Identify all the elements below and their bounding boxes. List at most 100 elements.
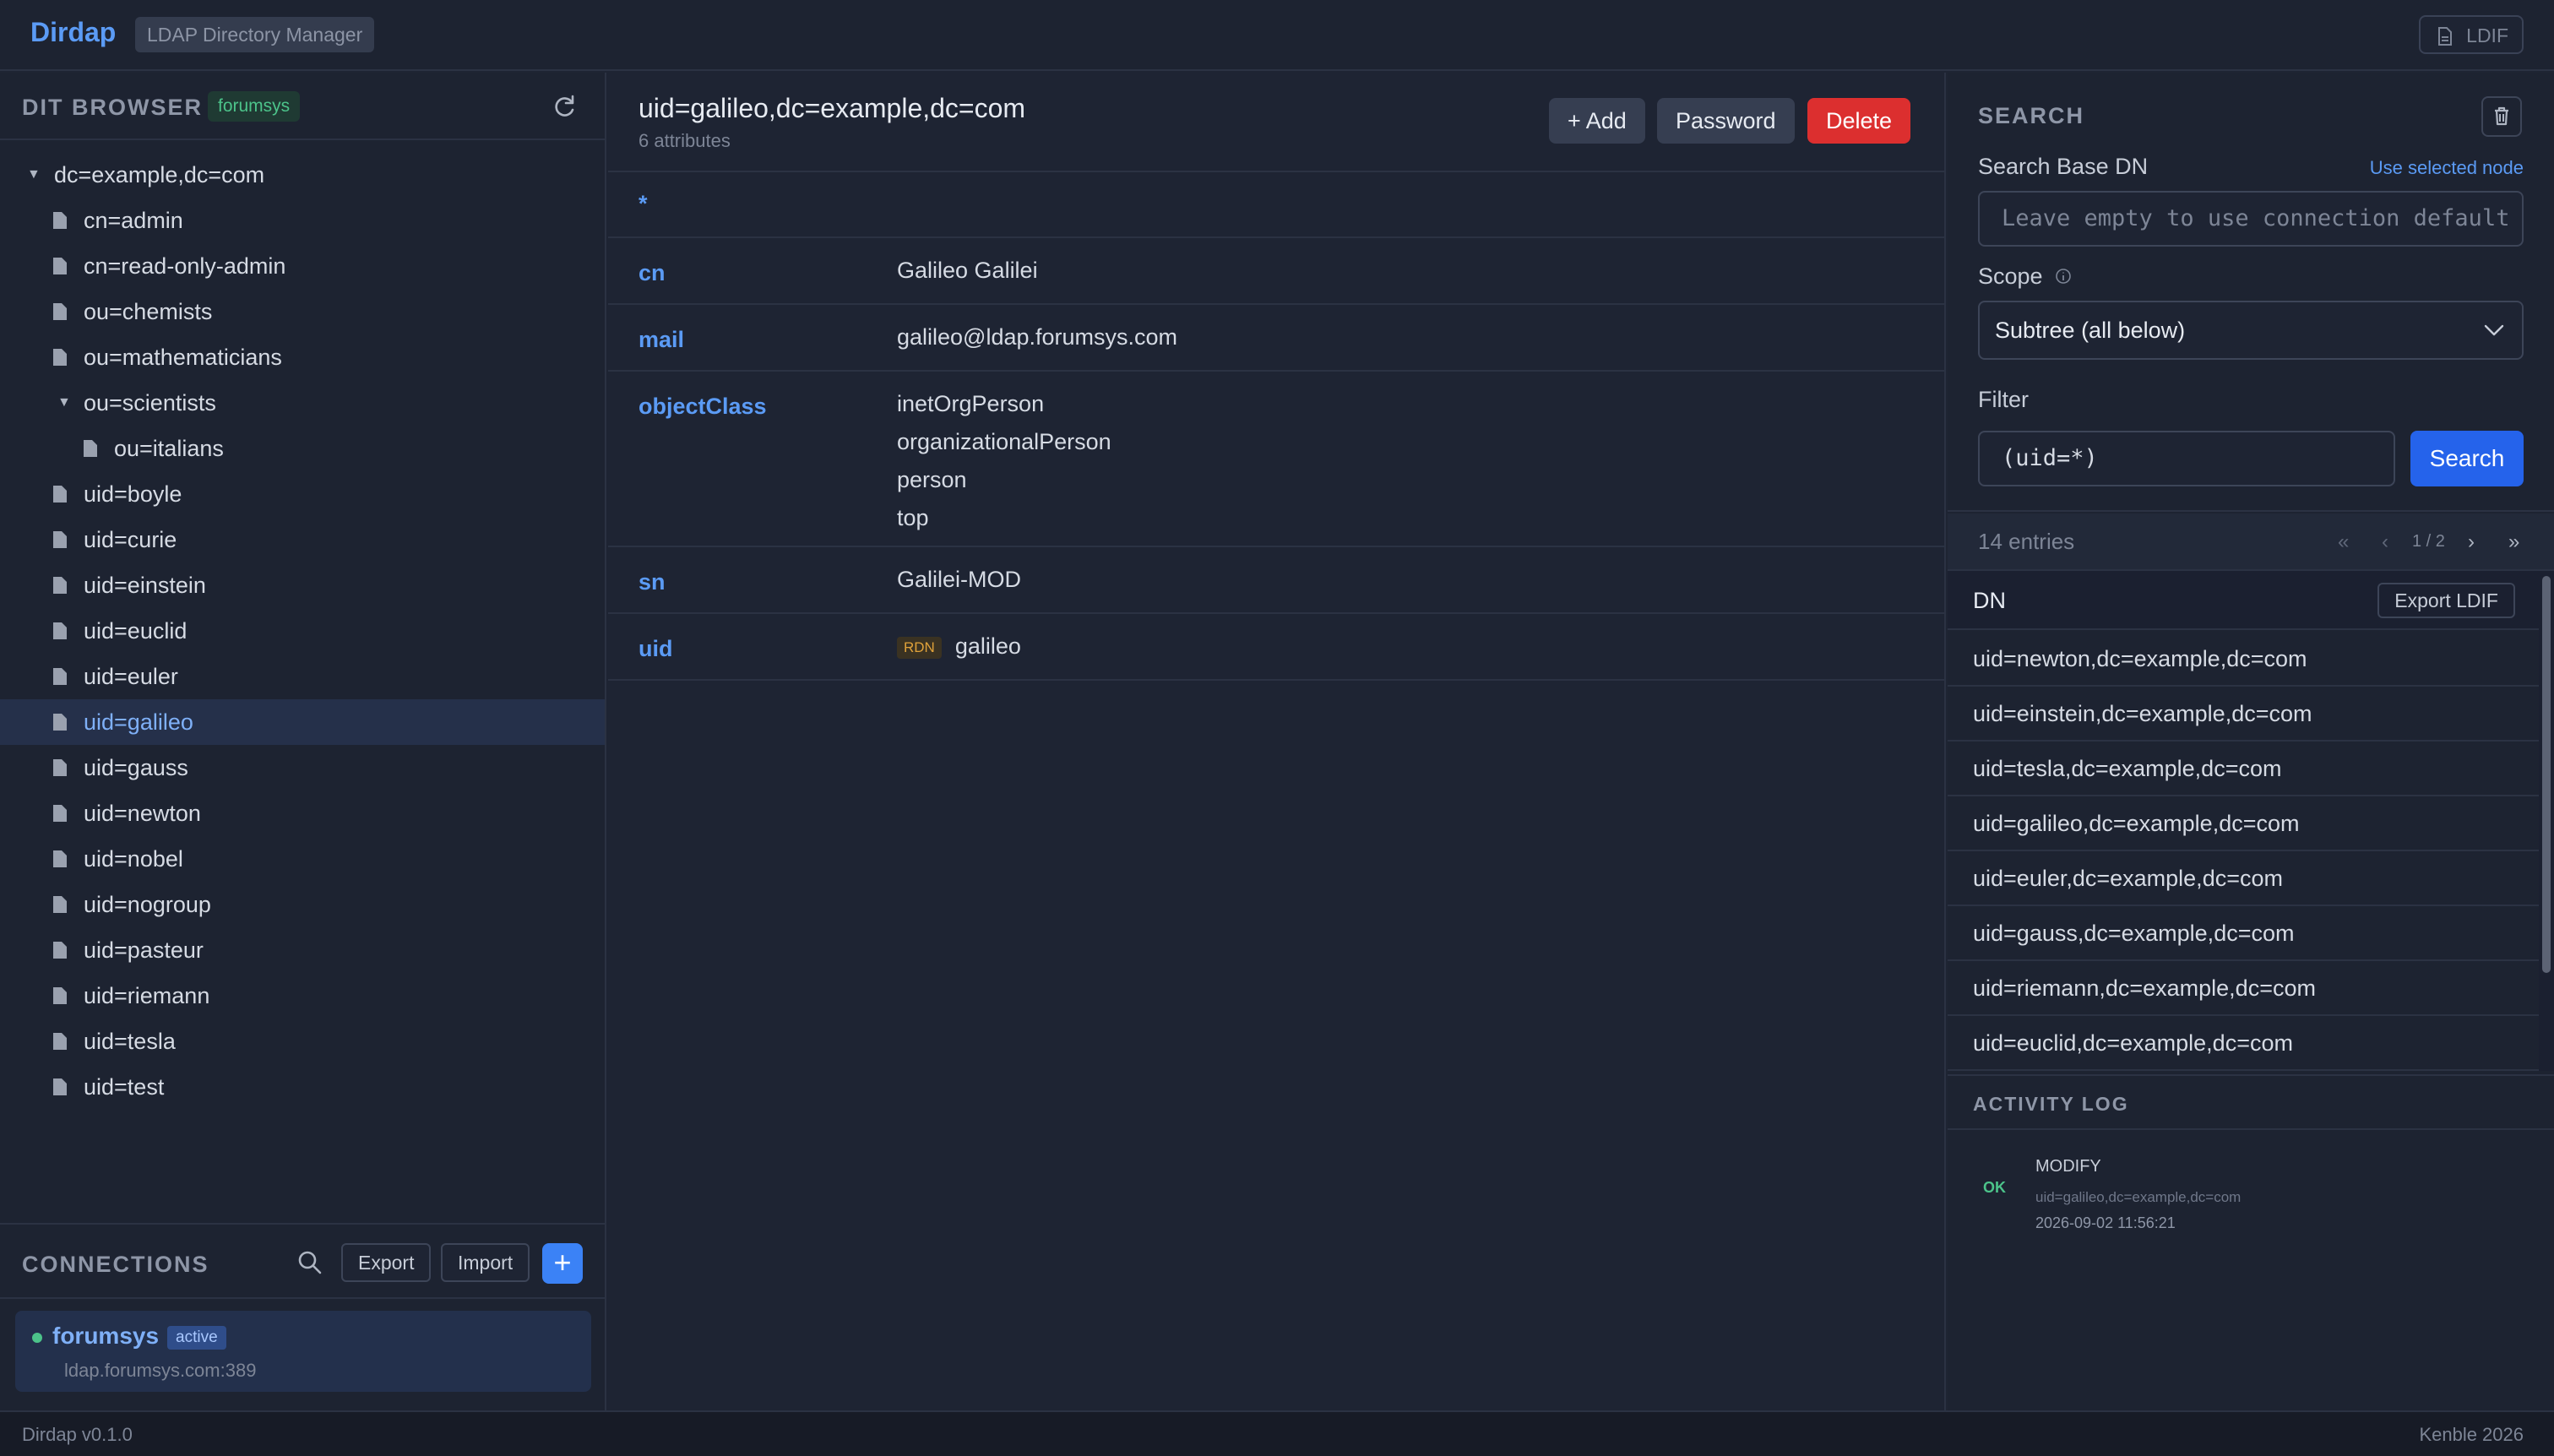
tree-node-label: cn=read-only-admin bbox=[84, 253, 286, 279]
tree-node[interactable]: uid=test bbox=[0, 1064, 605, 1110]
info-icon bbox=[2056, 269, 2071, 284]
connection-item[interactable]: forumsys active ldap.forumsys.com:389 bbox=[15, 1311, 591, 1392]
file-icon bbox=[53, 577, 67, 594]
password-button[interactable]: Password bbox=[1657, 98, 1795, 144]
attribute-count: 6 attributes bbox=[638, 130, 731, 151]
result-row[interactable]: uid=tesla,dc=example,dc=com bbox=[1948, 742, 2539, 796]
dit-browser-header: DIT BROWSER forumsys bbox=[0, 73, 606, 140]
app-version: Dirdap v0.1.0 bbox=[22, 1424, 133, 1445]
tree-node[interactable]: uid=newton bbox=[0, 790, 605, 836]
tree-node-label: uid=boyle bbox=[84, 481, 182, 507]
import-connections-button[interactable]: Import bbox=[441, 1243, 530, 1282]
tree-node[interactable]: ▼ ou=scientists bbox=[0, 380, 605, 426]
tree-node-label: uid=gauss bbox=[84, 755, 188, 780]
result-row[interactable]: uid=euler,dc=example,dc=com bbox=[1948, 851, 2539, 906]
tree-node-label: uid=nogroup bbox=[84, 892, 211, 917]
tree-node[interactable]: cn=read-only-admin bbox=[0, 243, 605, 289]
scope-value: Subtree (all below) bbox=[1995, 318, 2186, 343]
caret-down-icon[interactable]: ▼ bbox=[27, 152, 44, 198]
tree-node[interactable]: uid=einstein bbox=[0, 562, 605, 608]
search-panel: SEARCH Search Base DN Use selected node … bbox=[1948, 73, 2554, 512]
attribute-row[interactable]: cn Galileo Galilei bbox=[608, 238, 1946, 305]
tree-node[interactable]: cn=admin bbox=[0, 198, 605, 243]
search-icon[interactable] bbox=[297, 1250, 323, 1275]
result-row[interactable]: uid=riemann,dc=example,dc=com bbox=[1948, 961, 2539, 1016]
results-scrollbar-thumb[interactable] bbox=[2542, 576, 2551, 973]
attribute-row[interactable]: mail galileo@ldap.forumsys.com bbox=[608, 305, 1946, 372]
tree-node[interactable]: uid=nogroup bbox=[0, 882, 605, 927]
ldif-button[interactable]: LDIF bbox=[2419, 15, 2524, 54]
file-icon bbox=[53, 303, 67, 320]
tree-node[interactable]: uid=curie bbox=[0, 517, 605, 562]
tree-node-label: uid=galileo bbox=[84, 709, 193, 735]
tree-node[interactable]: uid=riemann bbox=[0, 973, 605, 1019]
attribute-name: uid bbox=[638, 636, 673, 661]
status-bar: Dirdap v0.1.0 Kenble 2026 bbox=[0, 1410, 2554, 1456]
result-row[interactable]: uid=einstein,dc=example,dc=com bbox=[1948, 687, 2539, 742]
tree-node[interactable]: ou=mathematicians bbox=[0, 334, 605, 380]
result-row[interactable]: uid=galileo,dc=example,dc=com bbox=[1948, 796, 2539, 851]
file-icon bbox=[53, 258, 67, 274]
scope-select[interactable]: Subtree (all below) bbox=[1978, 301, 2524, 360]
tree-node[interactable]: uid=gauss bbox=[0, 745, 605, 790]
right-panel: SEARCH Search Base DN Use selected node … bbox=[1948, 73, 2554, 1410]
tree-node[interactable]: uid=galileo bbox=[0, 699, 605, 745]
prev-page-button[interactable]: ‹ bbox=[2382, 530, 2388, 554]
tree-node-label: uid=nobel bbox=[84, 846, 183, 872]
file-icon bbox=[53, 531, 67, 548]
attribute-name: cn bbox=[638, 260, 666, 285]
scope-label-text: Scope bbox=[1978, 263, 2043, 289]
tree-node[interactable]: uid=pasteur bbox=[0, 927, 605, 973]
attribute-value: inetOrgPerson bbox=[897, 388, 1111, 426]
file-icon bbox=[53, 622, 67, 639]
result-row[interactable]: uid=euclid,dc=example,dc=com bbox=[1948, 1016, 2539, 1071]
clear-search-button[interactable] bbox=[2481, 96, 2522, 137]
attribute-row[interactable]: uid RDN galileo bbox=[608, 614, 1946, 681]
filter-input[interactable]: (uid=*) bbox=[1978, 431, 2395, 486]
results-header: DN Export LDIF bbox=[1948, 571, 2539, 630]
chevron-down-icon bbox=[2484, 324, 2504, 336]
page-indicator: 1 / 2 bbox=[2412, 532, 2445, 551]
top-bar: Dirdap LDAP Directory Manager LDIF bbox=[0, 0, 2554, 71]
delete-button[interactable]: Delete bbox=[1807, 98, 1911, 144]
results-table: DN Export LDIF uid=newton,dc=example,dc=… bbox=[1948, 571, 2539, 1071]
export-ldif-button[interactable]: Export LDIF bbox=[2377, 583, 2515, 618]
attribute-filter-row: * bbox=[608, 172, 1946, 238]
tree-node-label: uid=tesla bbox=[84, 1029, 176, 1054]
next-page-button[interactable]: › bbox=[2468, 530, 2475, 554]
file-icon bbox=[53, 486, 67, 503]
search-base-dn-input[interactable]: Leave empty to use connection default bbox=[1978, 191, 2524, 247]
tree-node[interactable]: uid=boyle bbox=[0, 471, 605, 517]
export-connections-button[interactable]: Export bbox=[341, 1243, 432, 1282]
tree-node[interactable]: ou=italians bbox=[0, 426, 605, 471]
tree-node[interactable]: uid=euler bbox=[0, 654, 605, 699]
first-page-button[interactable]: « bbox=[2338, 530, 2349, 554]
result-row[interactable]: uid=newton,dc=example,dc=com bbox=[1948, 632, 2539, 687]
result-row[interactable]: uid=gauss,dc=example,dc=com bbox=[1948, 906, 2539, 961]
file-icon bbox=[2438, 27, 2453, 46]
caret-down-icon[interactable]: ▼ bbox=[57, 380, 74, 426]
trash-icon bbox=[2495, 106, 2508, 126]
connection-name: forumsys bbox=[52, 1323, 160, 1349]
use-selected-node-link[interactable]: Use selected node bbox=[2370, 157, 2524, 179]
tree-node[interactable]: uid=euclid bbox=[0, 608, 605, 654]
add-connection-button[interactable]: + bbox=[542, 1243, 583, 1284]
tree-node[interactable]: ▼ dc=example,dc=com bbox=[0, 152, 605, 198]
tree-node[interactable]: ou=chemists bbox=[0, 289, 605, 334]
refresh-icon[interactable] bbox=[549, 91, 579, 122]
attribute-row[interactable]: sn Galilei-MOD bbox=[608, 547, 1946, 614]
tree-node-label: cn=admin bbox=[84, 208, 183, 233]
tree-node-label: uid=pasteur bbox=[84, 937, 204, 963]
results-bar: 14 entries « ‹ 1 / 2 › » bbox=[1948, 513, 2554, 571]
attribute-row[interactable]: objectClass inetOrgPerson organizationalPe… bbox=[608, 372, 1946, 547]
tree-node-label: uid=einstein bbox=[84, 573, 206, 598]
search-button[interactable]: Search bbox=[2410, 431, 2524, 486]
tree-node[interactable]: uid=tesla bbox=[0, 1019, 605, 1064]
add-attribute-button[interactable]: + Add bbox=[1549, 98, 1645, 144]
app-name: Dirdap bbox=[30, 17, 117, 47]
last-page-button[interactable]: » bbox=[2508, 530, 2519, 554]
connection-badge: forumsys bbox=[208, 91, 301, 122]
tree-node[interactable]: uid=nobel bbox=[0, 836, 605, 882]
rdn-badge: RDN bbox=[897, 636, 942, 659]
entry-panel: uid=galileo,dc=example,dc=com 6 attribut… bbox=[608, 73, 1946, 1410]
